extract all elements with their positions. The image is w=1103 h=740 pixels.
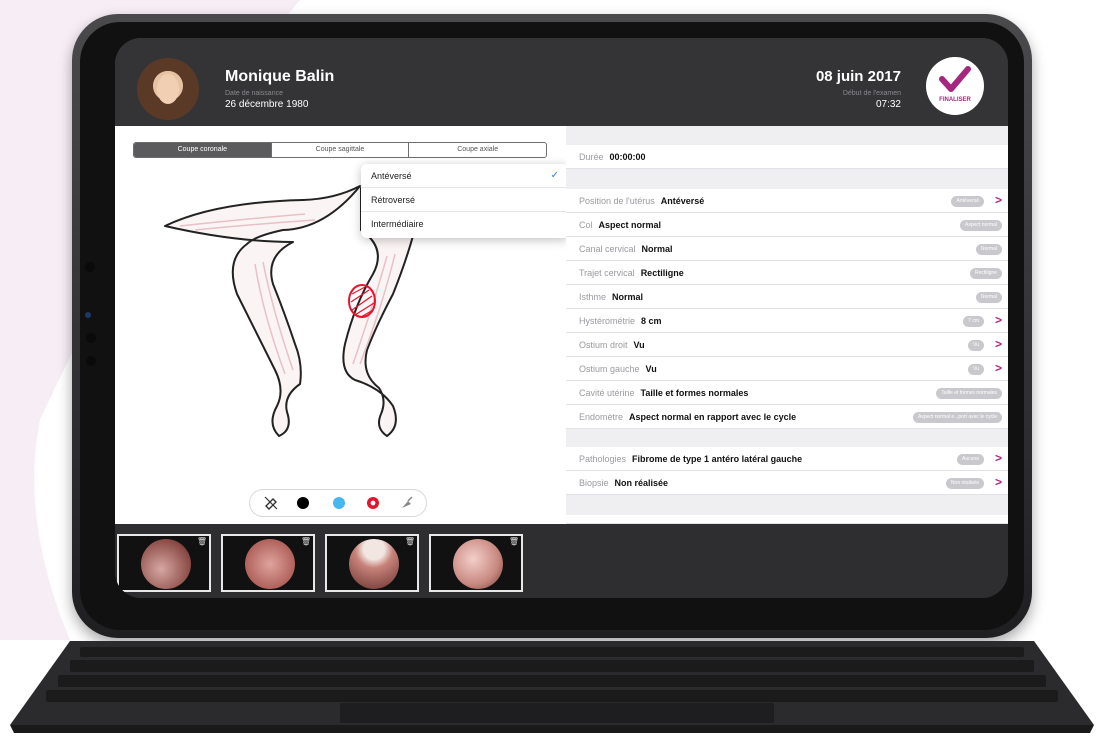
thumbnail-1[interactable]: 🗑 [117,534,211,592]
field-row-col[interactable]: Col Aspect normal Aspect normal [566,213,1008,237]
chevron-right-icon[interactable]: > [995,193,1002,207]
dropdown-option-retroverse[interactable]: Rétroversé [361,188,569,212]
field-row-endometre[interactable]: Endomètre Aspect normal en rapport avec l… [566,405,1008,429]
view-segmented-control: Coupe coronale Coupe sagittale Coupe axi… [133,142,547,158]
status-badge: Aspect normal e...port avec le cycle [913,412,1002,423]
field-row-position[interactable]: Position de l'utérus Antéversé Antéversé … [566,189,1008,213]
field-row-isthme[interactable]: Isthme Normal Normal [566,285,1008,309]
dropdown-option-intermediaire[interactable]: Intermédiaire [361,212,569,236]
finalize-label: FINALISER [939,97,971,103]
black-pen-icon[interactable] [296,496,310,510]
exam-start-time: 07:32 [875,99,901,110]
keyboard [10,641,1094,733]
field-row-hysterometrie[interactable]: Hystérométrie 8 cm 7 cm > [566,309,1008,333]
duration-label: Durée [579,152,604,162]
side-camera-dot [86,333,96,343]
exam-date: 08 juin 2017 [815,68,901,85]
patient-header: Monique Balin Date de naissance 26 décem… [115,38,1008,126]
duration-row: Durée 00:00:00 [566,145,1008,169]
tab-axial[interactable]: Coupe axiale [408,143,546,157]
position-dropdown: Antéversé ✓ Rétroversé Intermédiaire [361,164,569,238]
status-badge: Aspect normal [960,220,1002,231]
drawing-toolbar [249,489,427,517]
checkmark-icon: ✓ [550,170,559,181]
patient-name: Monique Balin [225,68,335,85]
field-row-cavite[interactable]: Cavité utérine Taille et formes normales … [566,381,1008,405]
drawing-panel: Coupe coronale Coupe sagittale Coupe axi… [115,126,569,524]
chevron-right-icon[interactable]: > [995,361,1002,375]
image-thumbnail-strip: 🗑 🗑 🗑 🗑 [115,524,1008,598]
field-row-ostium-gauche[interactable]: Ostium gauche Vu Vu > [566,357,1008,381]
duration-value: 00:00:00 [609,152,646,162]
status-badge: 7 cm [963,316,984,327]
avatar [137,58,199,120]
birth-date: 26 décembre 1980 [225,99,309,110]
eraser-icon[interactable] [264,496,278,510]
checkmark-icon [939,66,971,92]
dropdown-option-anteverse[interactable]: Antéversé ✓ [361,164,569,188]
trash-icon[interactable]: 🗑 [405,537,415,546]
status-badge: Aucune [957,454,984,465]
status-badge: Normal [975,292,1002,303]
status-badge: Non réalisée [945,478,984,489]
status-badge: Vu [968,364,984,375]
birth-date-label: Date de naissance [225,90,283,97]
side-camera-dot [86,356,96,366]
side-sensor-dot [85,312,91,318]
thumbnail-3[interactable]: 🗑 [325,534,419,592]
tab-coronal[interactable]: Coupe coronale [134,143,271,157]
tool-icon[interactable] [400,496,414,510]
status-badge: Normal [975,244,1002,255]
field-row-partial [566,515,1008,524]
chevron-right-icon[interactable]: > [995,475,1002,489]
tab-sagittal[interactable]: Coupe sagittale [270,143,409,157]
exam-form-panel: Durée 00:00:00 Position de l'utérus Antéve… [566,126,1008,524]
field-row-trajet[interactable]: Trajet cervical Rectiligne Rectiligne [566,261,1008,285]
chevron-right-icon[interactable]: > [995,451,1002,465]
field-row-pathologies[interactable]: Pathologies Fibrome de type 1 antéro laté… [566,447,1008,471]
red-ring-icon[interactable] [366,496,380,510]
status-badge: Vu [968,340,984,351]
field-row-canal[interactable]: Canal cervical Normal Normal [566,237,1008,261]
finalize-button[interactable]: FINALISER [926,57,984,115]
status-badge: Antéversé [951,196,984,207]
chevron-right-icon[interactable]: > [995,313,1002,327]
side-camera-dot [85,262,95,272]
trash-icon[interactable]: 🗑 [509,537,519,546]
exam-start-label: Début de l'examen [842,90,901,97]
field-row-biopsie[interactable]: Biopsie Non réalisée Non réalisée > [566,471,1008,495]
status-badge: Rectiligne [970,268,1002,279]
thumbnail-2[interactable]: 🗑 [221,534,315,592]
app-screen: Monique Balin Date de naissance 26 décem… [115,38,1008,598]
status-badge: Taille et formes normales [936,388,1002,399]
thumbnail-4[interactable]: 🗑 [429,534,523,592]
field-row-ostium-droit[interactable]: Ostium droit Vu Vu > [566,333,1008,357]
trash-icon[interactable]: 🗑 [197,537,207,546]
trash-icon[interactable]: 🗑 [301,537,311,546]
blue-pen-icon[interactable] [332,496,346,510]
chevron-right-icon[interactable]: > [995,337,1002,351]
